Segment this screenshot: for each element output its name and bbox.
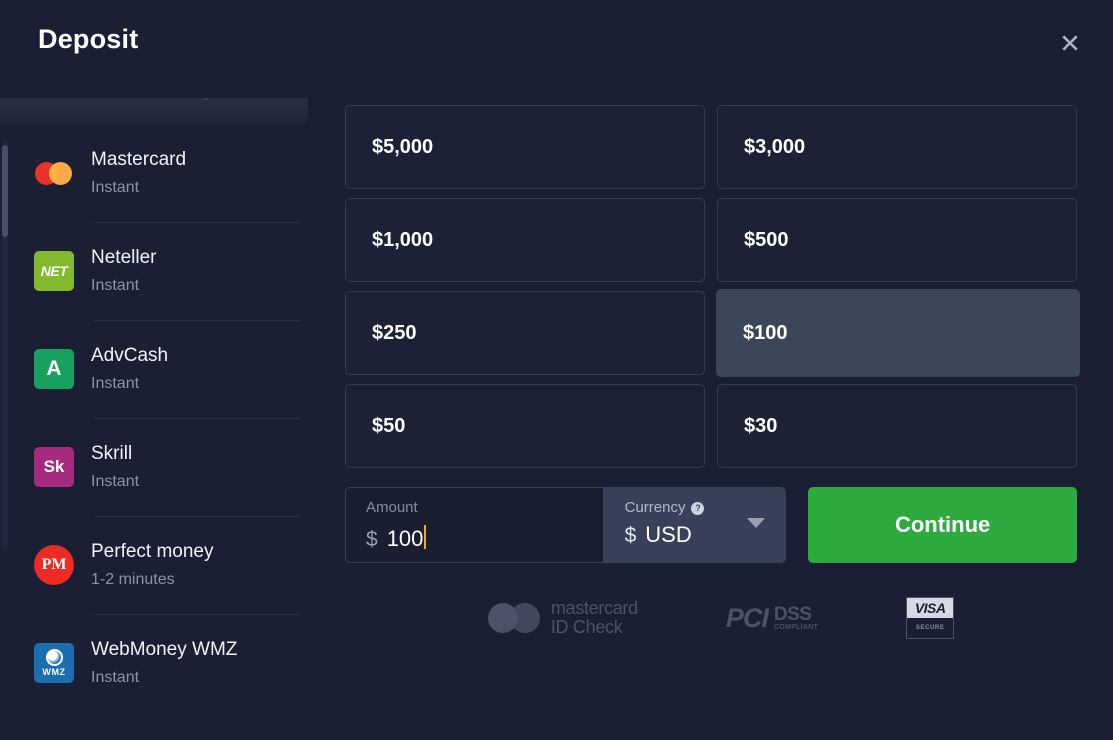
security-logos: mastercard ID Check PCI DSS COMPLIANT VI…	[345, 597, 1077, 639]
perfectmoney-icon-text: PM	[34, 545, 74, 585]
payment-method-name: Skrill	[91, 442, 133, 464]
visa-secure-logo: VISA SECURE	[906, 597, 955, 639]
mastercard-rings-icon	[487, 603, 540, 633]
amount-preset-250[interactable]: $250	[345, 291, 705, 375]
payment-methods-sidebar[interactable]: 1-3 business days Mastercard Instant NET…	[0, 98, 308, 740]
payment-method-name: Perfect money	[91, 540, 214, 562]
currency-select-label: Currency	[624, 499, 686, 516]
payment-method-item-neteller[interactable]: NET Neteller Instant	[0, 222, 308, 320]
deposit-input-row: Amount $ 100 Currency ? $ USD Continue	[345, 487, 1077, 563]
close-button[interactable]	[1054, 27, 1086, 59]
deposit-main-panel: $5,000 $3,000 $1,000 $500 $250 $100 $50 …	[345, 105, 1080, 639]
visa-secure-text: SECURE	[915, 625, 945, 631]
pci-dss-line1: DSS	[773, 604, 812, 625]
partial-method-icon	[34, 98, 74, 108]
amount-input-value: 100	[386, 526, 424, 551]
deposit-modal: Deposit 1-3 business days Mastercard	[0, 0, 1113, 740]
amount-preset-1000[interactable]: $1,000	[345, 198, 705, 282]
advcash-icon-text: A	[34, 349, 74, 389]
partial-method-time: 1-3 business days	[91, 98, 220, 101]
mastercard-logo-line2: ID Check	[550, 617, 623, 637]
amount-input-label: Amount	[366, 499, 418, 516]
currency-select-value: USD	[645, 522, 692, 547]
payment-method-item-skrill[interactable]: Sk Skrill Instant	[0, 418, 308, 516]
payment-method-time: 1-2 minutes	[91, 571, 175, 589]
payment-method-item-advcash[interactable]: A AdvCash Instant	[0, 320, 308, 418]
globe-icon	[45, 649, 63, 666]
payment-method-name: Mastercard	[91, 148, 187, 170]
mastercard-icon	[34, 153, 74, 193]
amount-preset-50[interactable]: $50	[345, 384, 705, 468]
amount-preset-5000[interactable]: $5,000	[345, 105, 705, 189]
pci-dss-line2: COMPLIANT	[773, 624, 819, 631]
webmoney-icon-text: WMZ	[42, 667, 66, 677]
skrill-icon-text: Sk	[34, 447, 74, 487]
webmoney-icon: WMZ	[34, 643, 74, 683]
neteller-icon: NET	[34, 251, 74, 291]
amount-preset-30[interactable]: $30	[717, 384, 1077, 468]
help-icon[interactable]: ?	[691, 501, 705, 515]
currency-select[interactable]: Currency ? $ USD	[603, 487, 787, 563]
chevron-down-icon[interactable]	[747, 518, 766, 528]
payment-method-time: Instant	[91, 473, 140, 491]
sidebar-scrollbar-thumb[interactable]	[2, 145, 8, 237]
payment-method-name: AdvCash	[91, 344, 169, 366]
mastercard-logo-line1: mastercard	[550, 598, 638, 619]
pci-dss-logo: PCI DSS COMPLIANT	[726, 603, 818, 634]
payment-methods-list: 1-3 business days Mastercard Instant NET…	[0, 98, 308, 712]
currency-symbol: $	[624, 524, 637, 547]
page-title: Deposit	[38, 24, 139, 54]
payment-method-item-perfect-money[interactable]: PM Perfect money 1-2 minutes	[0, 516, 308, 614]
amount-preset-100[interactable]: $100	[716, 289, 1080, 377]
visa-logo-text: VISA	[907, 598, 954, 618]
perfectmoney-icon: PM	[34, 545, 74, 585]
payment-method-name: WebMoney WMZ	[91, 638, 238, 660]
neteller-icon-text: NET	[34, 251, 74, 291]
close-icon	[1062, 35, 1078, 51]
amount-preset-3000[interactable]: $3,000	[717, 105, 1077, 189]
payment-method-time: Instant	[91, 375, 140, 393]
payment-method-time: Instant	[91, 179, 140, 197]
pci-mark-text: PCI	[725, 602, 769, 633]
amount-presets-grid: $5,000 $3,000 $1,000 $500 $250 $100 $50 …	[345, 105, 1080, 468]
advcash-icon: A	[34, 349, 74, 389]
payment-method-item-partial[interactable]: 1-3 business days	[0, 98, 308, 124]
payment-method-item-webmoney[interactable]: WMZ WebMoney WMZ Instant	[0, 614, 308, 712]
amount-preset-500[interactable]: $500	[717, 198, 1077, 282]
payment-method-time: Instant	[91, 277, 140, 295]
amount-currency-symbol: $	[366, 528, 378, 551]
skrill-icon: Sk	[34, 447, 74, 487]
continue-button[interactable]: Continue	[808, 487, 1077, 563]
mastercard-id-check-logo: mastercard ID Check	[487, 598, 638, 637]
payment-method-name: Neteller	[91, 246, 157, 268]
amount-input[interactable]: Amount $ 100	[345, 487, 604, 563]
payment-method-time: Instant	[91, 669, 140, 687]
payment-method-item-mastercard[interactable]: Mastercard Instant	[0, 124, 308, 222]
text-caret	[424, 525, 427, 549]
